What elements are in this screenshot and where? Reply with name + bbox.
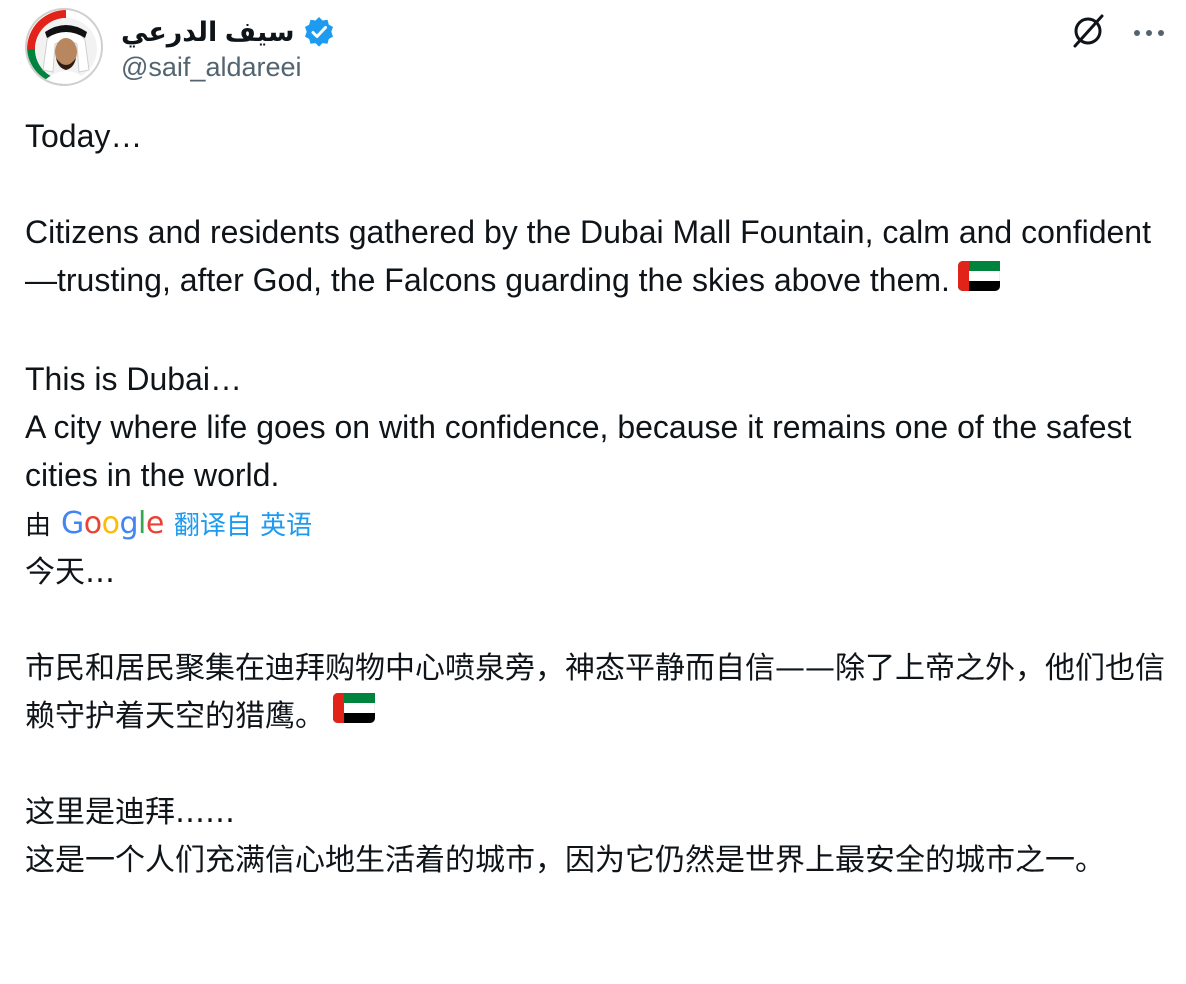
translated-paragraph-city: 这是一个人们充满信心地生活着的城市，因为它仍然是世界上最安全的城市之一。 — [25, 843, 1105, 879]
translated-line-today: 今天… — [25, 554, 115, 590]
text-paragraph-citizens: Citizens and residents gathered by the D… — [25, 208, 1165, 307]
translated-line-this-is-dubai: 这里是迪拜…… — [25, 795, 235, 831]
translation-attribution: 由 Google 翻译自 英语 — [25, 499, 1165, 549]
header-actions — [1069, 12, 1165, 55]
uae-flag-icon — [332, 690, 376, 738]
line-break — [25, 597, 1165, 645]
text-line-this-is-dubai: This is Dubai… — [25, 360, 242, 397]
translated-citizens: 市民和居民聚集在迪拜购物中心喷泉旁，神态平静而自信——除了上帝之外，他们也信赖守… — [25, 650, 1165, 734]
tweet-text: Today… Citizens and residents gathered b… — [25, 112, 1165, 885]
line-break — [25, 160, 1165, 208]
translated-paragraph-citizens: 市民和居民聚集在迪拜购物中心喷泉旁，神态平静而自信——除了上帝之外，他们也信赖守… — [25, 645, 1165, 742]
translated-by-label: 由 — [25, 511, 52, 542]
display-name[interactable]: سيف الدرعي — [121, 17, 295, 48]
more-options-icon[interactable] — [1133, 25, 1165, 43]
verified-badge-icon — [303, 16, 335, 48]
line-break — [25, 307, 1165, 355]
name-row: سيف الدرعي — [121, 12, 335, 52]
user-handle[interactable]: @saif_aldareei — [121, 52, 302, 83]
translated-from-link[interactable]: 翻译自 英语 — [174, 505, 312, 542]
google-logo: Google — [61, 506, 164, 542]
line-break — [25, 741, 1165, 789]
grok-icon[interactable] — [1069, 12, 1107, 55]
uae-flag-icon — [957, 256, 1001, 304]
avatar[interactable] — [25, 8, 103, 86]
text-paragraph-city: A city where life goes on with confidenc… — [25, 408, 1132, 493]
text-line-today: Today… — [25, 118, 143, 154]
tweet-header: سيف الدرعي @saif_aldareei — [25, 8, 1165, 92]
